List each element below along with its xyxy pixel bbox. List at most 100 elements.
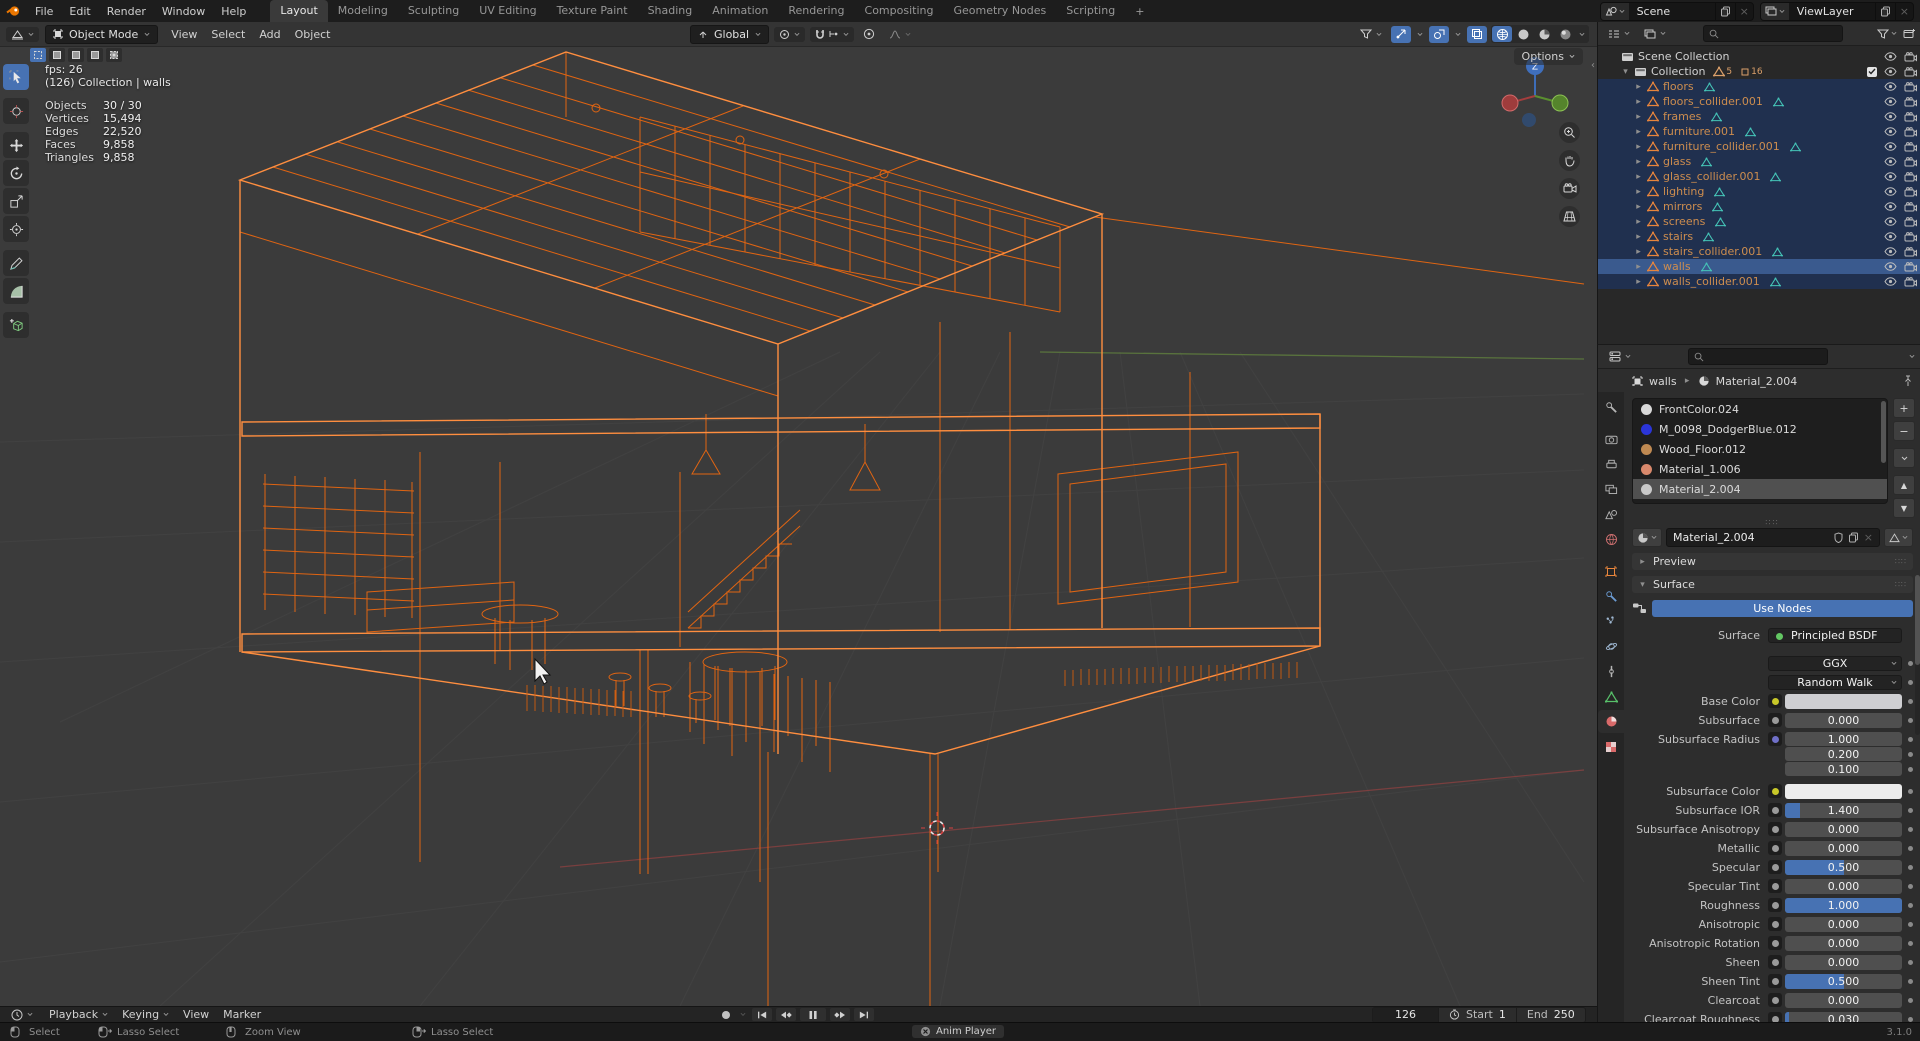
properties-tab-viewlayer[interactable]	[1598, 478, 1624, 501]
disable-render-icon[interactable]	[1904, 202, 1917, 212]
pan-view-icon[interactable]	[1559, 150, 1580, 171]
pause-button[interactable]	[800, 1008, 826, 1021]
select-mode-extend-button[interactable]	[49, 48, 65, 62]
menu-edit[interactable]: Edit	[61, 2, 98, 21]
animate-decorator[interactable]	[1908, 789, 1913, 794]
properties-tab-world[interactable]	[1598, 528, 1624, 551]
disable-render-icon[interactable]	[1904, 82, 1917, 92]
workspace-tab-texture-paint[interactable]: Texture Paint	[547, 0, 638, 22]
color-field-subsurface-color[interactable]	[1785, 784, 1902, 799]
expand-arrow[interactable]: ▸	[1634, 112, 1643, 122]
add-workspace-button[interactable]: +	[1127, 1, 1152, 22]
tool-cursor-button[interactable]	[3, 98, 29, 124]
properties-scrollbar[interactable]	[1915, 575, 1920, 735]
properties-tab-texture[interactable]	[1598, 735, 1624, 758]
editor-type-button[interactable]	[6, 27, 39, 42]
current-frame-field[interactable]: 126	[1373, 1008, 1439, 1022]
expand-arrow[interactable]: ▸	[1634, 82, 1643, 92]
blender-logo-icon[interactable]	[6, 5, 21, 17]
outliner-row-scene-collection[interactable]: Scene Collection	[1598, 49, 1920, 64]
menu-window[interactable]: Window	[154, 2, 213, 21]
slider-subsurface-ior[interactable]: 1.400	[1785, 803, 1902, 818]
expand-arrow[interactable]: ▸	[1634, 232, 1643, 242]
select-mode-invert-button[interactable]	[87, 48, 103, 62]
zoom-view-icon[interactable]	[1559, 122, 1580, 143]
outliner-row-furniture-001[interactable]: ▸furniture.001	[1598, 124, 1920, 139]
tool-scale-button[interactable]	[3, 188, 29, 214]
slider-specular-tint[interactable]: 0.000	[1785, 879, 1902, 894]
orientation-dropdown[interactable]: Global	[690, 25, 769, 44]
material-slot-material-2-004[interactable]: Material_2.004	[1633, 479, 1887, 499]
slot-move-up-button[interactable]: ▲	[1893, 475, 1915, 495]
tool-select-box-button[interactable]	[3, 64, 29, 90]
tool-annotate-button[interactable]	[3, 250, 29, 276]
frame-start-field[interactable]: Start 1	[1439, 1008, 1516, 1022]
hide-eye-icon[interactable]	[1884, 202, 1897, 211]
timeline-menu-view[interactable]: View	[176, 1008, 216, 1021]
disable-render-icon[interactable]	[1904, 247, 1917, 257]
properties-tab-object[interactable]	[1598, 560, 1624, 583]
tool-add-cube-button[interactable]	[3, 312, 29, 338]
slider-metallic[interactable]: 0.000	[1785, 841, 1902, 856]
expand-arrow[interactable]: ▸	[1634, 127, 1643, 137]
animate-decorator[interactable]	[1908, 661, 1913, 666]
slider-roughness[interactable]: 1.000	[1785, 898, 1902, 913]
outliner-filter-type-dropdown[interactable]	[1639, 27, 1671, 41]
material-slot-material-1-006[interactable]: Material_1.006	[1633, 459, 1887, 479]
slider-anisotropic[interactable]: 0.000	[1785, 917, 1902, 932]
properties-editor-type-button[interactable]	[1604, 349, 1636, 364]
timeline-menu-marker[interactable]: Marker	[216, 1008, 268, 1021]
workspace-tab-layout[interactable]: Layout	[270, 0, 327, 22]
animate-decorator[interactable]	[1908, 827, 1913, 832]
scene-name[interactable]: Scene	[1629, 5, 1715, 18]
animate-decorator[interactable]	[1908, 960, 1913, 965]
preview-panel-header[interactable]: ▸Preview ∷∷	[1632, 553, 1913, 570]
hide-eye-icon[interactable]	[1884, 232, 1897, 241]
show-gizmo-toggle[interactable]	[1391, 26, 1411, 43]
expand-arrow[interactable]: ▸	[1634, 157, 1643, 167]
disable-render-icon[interactable]	[1904, 277, 1917, 287]
select-mode-set-button[interactable]	[30, 48, 46, 62]
color-field-base-color[interactable]	[1785, 694, 1902, 709]
outliner-row-floors[interactable]: ▸floors	[1598, 79, 1920, 94]
expand-arrow[interactable]: ▸	[1634, 172, 1643, 182]
viewlayer-remove-icon[interactable]: ×	[1895, 3, 1913, 20]
sidebar-collapse-arrow[interactable]: ‹	[1591, 60, 1595, 71]
properties-tab-output[interactable]	[1598, 453, 1624, 476]
properties-tab-render[interactable]	[1598, 428, 1624, 451]
vector-field-subsurface-radius[interactable]: 1.000	[1785, 732, 1902, 746]
shading-solid-button[interactable]	[1513, 26, 1533, 42]
timeline-menu-playback[interactable]: Playback	[42, 1008, 115, 1021]
hide-eye-icon[interactable]	[1884, 67, 1897, 76]
shading-wireframe-button[interactable]	[1492, 26, 1512, 42]
pivot-dropdown[interactable]	[774, 27, 805, 42]
outliner-row-walls[interactable]: ▸walls	[1598, 259, 1920, 274]
animate-decorator[interactable]	[1908, 922, 1913, 927]
disable-render-icon[interactable]	[1904, 172, 1917, 182]
outliner-row-frames[interactable]: ▸frames	[1598, 109, 1920, 124]
hide-eye-icon[interactable]	[1884, 157, 1897, 166]
show-overlays-toggle[interactable]	[1429, 26, 1449, 43]
shading-rendered-button[interactable]	[1555, 26, 1575, 42]
tool-measure-button[interactable]	[3, 278, 29, 304]
properties-tab-tool[interactable]	[1598, 396, 1624, 419]
prev-keyframe-button[interactable]	[776, 1008, 796, 1021]
expand-arrow[interactable]: ▸	[1634, 142, 1643, 152]
options-dropdown[interactable]: Options	[1514, 48, 1583, 65]
remove-slot-button[interactable]: −	[1893, 421, 1915, 441]
expand-arrow[interactable]: ▸	[1634, 262, 1643, 272]
disable-render-icon[interactable]	[1904, 127, 1917, 137]
timeline-menu-keying[interactable]: Keying	[115, 1008, 176, 1021]
outliner-row-mirrors[interactable]: ▸mirrors	[1598, 199, 1920, 214]
anim-player-badge[interactable]: Anim Player	[912, 1025, 1004, 1038]
properties-tab-scene[interactable]	[1598, 503, 1624, 526]
outliner-row-glass-collider-001[interactable]: ▸glass_collider.001	[1598, 169, 1920, 184]
animate-decorator[interactable]	[1908, 846, 1913, 851]
proportional-edit-toggle[interactable]	[859, 26, 879, 43]
material-slot-wood-floor-012[interactable]: Wood_Floor.012	[1633, 439, 1887, 459]
vector-field-subsurface-radius[interactable]: 0.100	[1785, 762, 1902, 776]
hide-eye-icon[interactable]	[1884, 52, 1897, 61]
animate-decorator[interactable]	[1908, 865, 1913, 870]
hide-eye-icon[interactable]	[1884, 127, 1897, 136]
jump-to-start-button[interactable]	[752, 1008, 772, 1021]
